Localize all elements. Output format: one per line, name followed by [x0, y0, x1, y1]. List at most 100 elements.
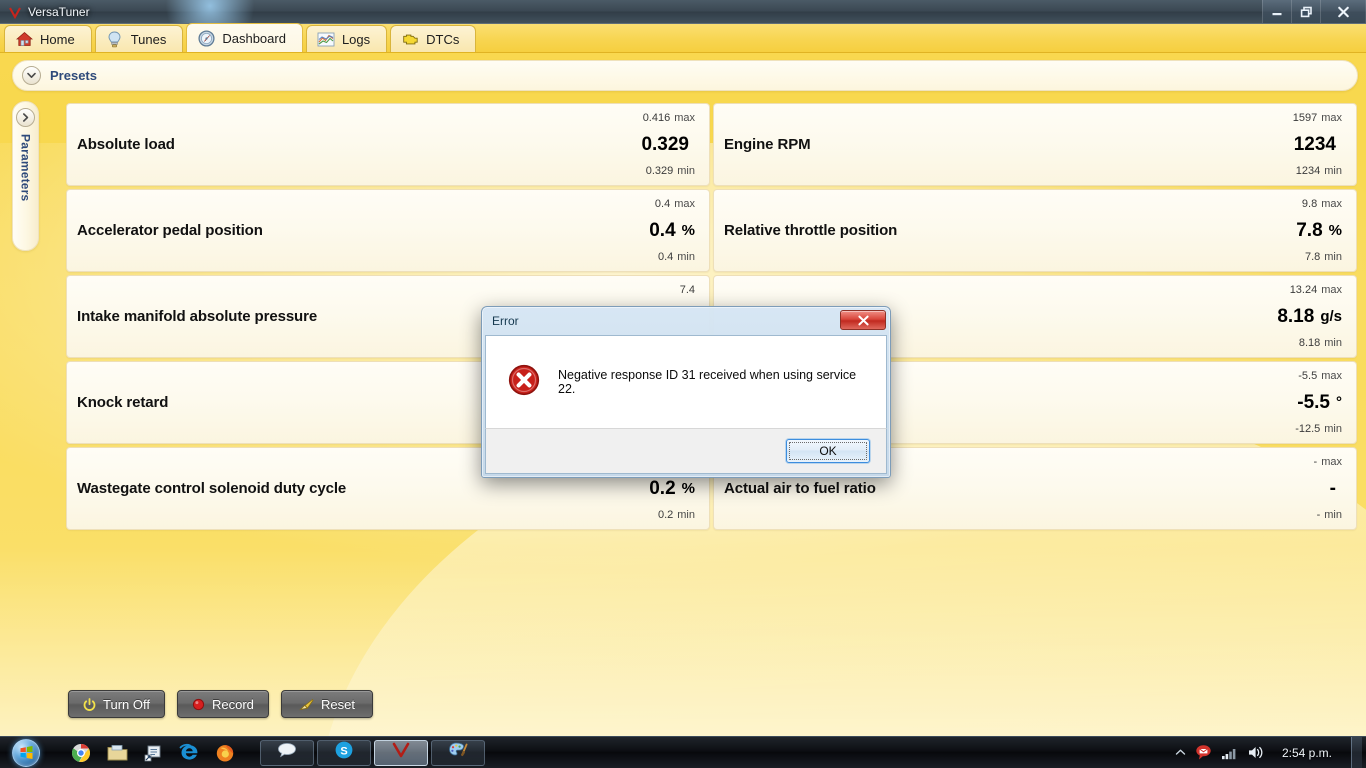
- parameter-current: 0.329: [641, 133, 689, 155]
- start-button[interactable]: [2, 738, 50, 768]
- mail-notification-icon[interactable]: [1195, 744, 1212, 761]
- parameter-current: -: [1329, 477, 1336, 499]
- tab-tunes-label: Tunes: [130, 31, 167, 47]
- parameter-card-accelerator-pedal-position[interactable]: Accelerator pedal position 0.4 max 0.4 % …: [66, 189, 710, 272]
- taskbar-item-skype[interactable]: S: [317, 739, 371, 766]
- internet-explorer-icon[interactable]: [178, 742, 200, 764]
- parameter-min: 0.2 min: [657, 509, 695, 521]
- reset-button[interactable]: Reset: [280, 690, 373, 718]
- sidebar-parameters-tab[interactable]: Parameters: [12, 101, 39, 251]
- taskbar-clock[interactable]: 2:54 p.m.: [1274, 746, 1340, 760]
- parameter-current: 1234: [1293, 133, 1336, 155]
- taskbar-item-chat[interactable]: [260, 739, 314, 766]
- taskbar-item-versatuner[interactable]: [374, 739, 428, 766]
- minimize-button[interactable]: [1262, 0, 1291, 23]
- close-button[interactable]: [1320, 0, 1366, 23]
- parameter-max: 0.4 max: [654, 198, 695, 210]
- parameter-values: 13.24 max 8.18 g/s 8.18 min: [1277, 276, 1342, 357]
- chevron-down-icon[interactable]: [22, 66, 41, 85]
- presets-bar[interactable]: Presets: [12, 60, 1358, 91]
- taskbar-windows: S: [260, 739, 485, 766]
- brush-icon: [299, 698, 314, 711]
- parameter-name: Knock retard: [77, 394, 169, 411]
- shortcut-app-icon[interactable]: [142, 742, 164, 764]
- parameter-max: 9.8 max: [1301, 198, 1342, 210]
- explorer-folder-icon[interactable]: [106, 742, 128, 764]
- record-label: Record: [212, 696, 254, 712]
- parameter-name: Engine RPM: [724, 136, 811, 153]
- ok-button-label: OK: [819, 444, 837, 458]
- error-dialog-message: Negative response ID 31 received when us…: [558, 368, 857, 396]
- taskbar-item-paint[interactable]: [431, 739, 485, 766]
- tab-home[interactable]: Home: [4, 25, 92, 52]
- skype-icon: S: [334, 740, 354, 765]
- house-icon: [15, 30, 33, 48]
- error-dialog-title: Error: [492, 314, 519, 328]
- parameter-name: Relative throttle position: [724, 222, 898, 239]
- parameter-name: Accelerator pedal position: [77, 222, 263, 239]
- error-dialog-footer: OK: [485, 428, 887, 474]
- parameter-max: 13.24 max: [1289, 284, 1342, 296]
- error-circle-icon: [508, 364, 540, 401]
- volume-speaker-icon[interactable]: [1247, 745, 1265, 760]
- windows-taskbar: S 2:54 p.m.: [0, 736, 1366, 768]
- ok-button[interactable]: OK: [786, 439, 870, 463]
- network-signal-icon[interactable]: [1221, 746, 1238, 760]
- tab-dashboard[interactable]: Dashboard: [186, 23, 303, 52]
- presets-label: Presets: [50, 68, 97, 83]
- parameter-current: 0.4 %: [649, 219, 695, 241]
- show-desktop-button[interactable]: [1351, 736, 1362, 768]
- chevron-right-icon[interactable]: [16, 108, 35, 127]
- parameter-row: Absolute load 0.416 max 0.329 0.329 min En…: [66, 103, 1357, 186]
- error-dialog-close-button[interactable]: [840, 310, 886, 330]
- paint-icon: [448, 741, 468, 764]
- turn-off-label: Turn Off: [103, 696, 150, 712]
- parameter-name: Actual air to fuel ratio: [724, 480, 876, 497]
- restore-button[interactable]: [1291, 0, 1320, 23]
- tab-logs[interactable]: Logs: [305, 25, 388, 52]
- parameter-max: 1597 max: [1292, 112, 1342, 124]
- tab-dtcs-label: DTCs: [426, 31, 460, 47]
- parameter-current: 7.8 %: [1296, 219, 1342, 241]
- parameter-card-engine-rpm[interactable]: Engine RPM 1597 max 1234 1234 min: [713, 103, 1357, 186]
- error-dialog-titlebar: Error: [485, 310, 887, 335]
- tab-dtcs[interactable]: DTCs: [390, 25, 477, 52]
- parameter-values: 0.416 max 0.329 0.329 min: [641, 104, 695, 185]
- action-buttons: Turn Off Record Reset: [68, 690, 373, 718]
- error-dialog-body: Negative response ID 31 received when us…: [485, 335, 887, 428]
- parameter-values: 9.8 max 7.8 % 7.8 min: [1296, 190, 1342, 271]
- show-hidden-icons-chevron[interactable]: [1175, 748, 1186, 757]
- tab-dashboard-label: Dashboard: [222, 30, 286, 46]
- record-dot-icon: [192, 698, 205, 711]
- firefox-icon[interactable]: [214, 742, 236, 764]
- parameter-name: Intake manifold absolute pressure: [77, 308, 318, 325]
- reset-label: Reset: [320, 696, 355, 712]
- parameter-values: - max - - min: [1314, 448, 1342, 529]
- window-titlebar: VersaTuner: [0, 0, 1366, 24]
- sidebar-parameters-label: Parameters: [18, 134, 33, 202]
- aero-glow: [150, 0, 270, 23]
- window-title: VersaTuner: [28, 4, 90, 19]
- line-chart-icon: [317, 30, 335, 48]
- parameter-card-relative-throttle-position[interactable]: Relative throttle position 9.8 max 7.8 % …: [713, 189, 1357, 272]
- parameter-min: -12.5 min: [1295, 423, 1342, 435]
- parameter-min: - min: [1316, 509, 1342, 521]
- parameter-max: -5.5 max: [1298, 370, 1342, 382]
- windows-logo-icon: [12, 738, 40, 767]
- svg-text:S: S: [340, 746, 347, 758]
- parameter-current: -5.5 °: [1297, 391, 1342, 413]
- record-button[interactable]: Record: [176, 690, 269, 718]
- power-icon: [83, 697, 96, 711]
- tab-tunes[interactable]: Tunes: [94, 25, 184, 52]
- parameter-max: 7.4: [679, 284, 695, 296]
- parameter-row: Accelerator pedal position 0.4 max 0.4 % …: [66, 189, 1357, 272]
- chrome-icon[interactable]: [70, 742, 92, 764]
- engine-icon: [401, 30, 419, 48]
- turn-off-button[interactable]: Turn Off: [68, 690, 165, 718]
- parameter-min: 0.4 min: [657, 251, 695, 263]
- tab-home-label: Home: [40, 31, 75, 47]
- chat-bubble-icon: [277, 742, 297, 763]
- window-controls: [1262, 0, 1366, 23]
- parameter-card-absolute-load[interactable]: Absolute load 0.416 max 0.329 0.329 min: [66, 103, 710, 186]
- parameter-min: 8.18 min: [1298, 337, 1342, 349]
